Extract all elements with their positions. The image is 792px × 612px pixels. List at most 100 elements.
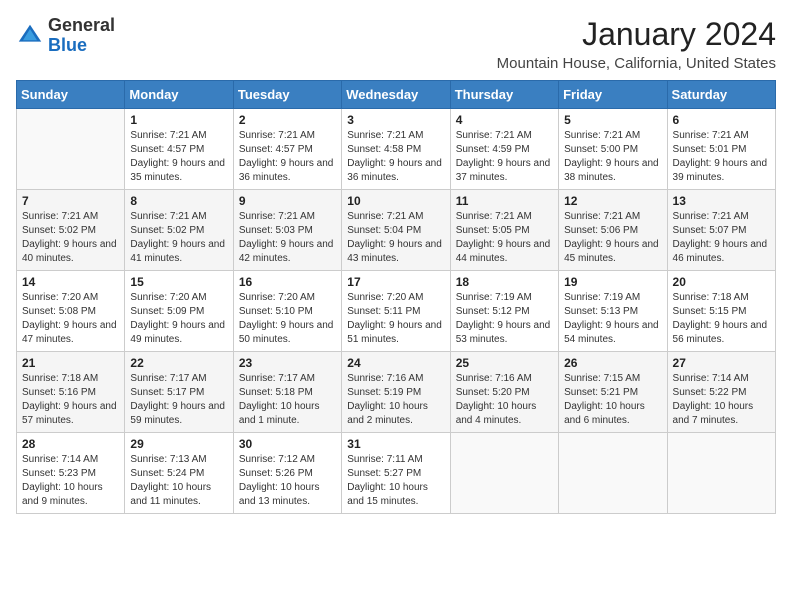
day-cell: 4 Sunrise: 7:21 AMSunset: 4:59 PMDaylight…: [450, 109, 558, 190]
day-number: 10: [347, 194, 444, 208]
day-cell: 13 Sunrise: 7:21 AMSunset: 5:07 PMDayligh…: [667, 190, 775, 271]
calendar-table: SundayMondayTuesdayWednesdayThursdayFrid…: [16, 80, 776, 514]
weekday-header-sunday: Sunday: [17, 81, 125, 109]
title-block: January 2024 Mountain House, California,…: [497, 16, 776, 72]
day-cell: 21Sunrise: 7:18 AMSunset: 5:16 PMDayligh…: [17, 352, 125, 433]
day-number: 22: [130, 356, 227, 370]
day-number: 5: [564, 113, 661, 127]
day-info: Sunrise: 7:14 AMSunset: 5:22 PMDaylight:…: [673, 372, 770, 428]
day-cell: 16Sunrise: 7:20 AMSunset: 5:10 PMDayligh…: [233, 271, 341, 352]
day-number: 26: [564, 356, 661, 370]
day-number: 15: [130, 275, 227, 289]
day-cell: 10 Sunrise: 7:21 AMSunset: 5:04 PMDayligh…: [342, 190, 450, 271]
day-number: 20: [673, 275, 770, 289]
day-info: Sunrise: 7:21 AMSunset: 5:03 PMDaylight:…: [239, 210, 336, 266]
day-cell: 29 Sunrise: 7:13 AMSunset: 5:24 PMDayligh…: [125, 433, 233, 514]
day-cell: 18 Sunrise: 7:19 AMSunset: 5:12 PMDayligh…: [450, 271, 558, 352]
day-number: 8: [130, 194, 227, 208]
day-number: 6: [673, 113, 770, 127]
day-info: Sunrise: 7:21 AMSunset: 5:07 PMDaylight:…: [673, 210, 770, 266]
day-info: Sunrise: 7:15 AMSunset: 5:21 PMDaylight:…: [564, 372, 661, 428]
day-number: 4: [456, 113, 553, 127]
day-cell: 5 Sunrise: 7:21 AMSunset: 5:00 PMDaylight…: [559, 109, 667, 190]
day-info: Sunrise: 7:17 AMSunset: 5:18 PMDaylight:…: [239, 372, 336, 428]
day-info: Sunrise: 7:21 AMSunset: 5:02 PMDaylight:…: [22, 210, 119, 266]
day-info: Sunrise: 7:21 AMSunset: 4:59 PMDaylight:…: [456, 129, 553, 185]
weekday-header-row: SundayMondayTuesdayWednesdayThursdayFrid…: [17, 81, 776, 109]
day-cell: 22 Sunrise: 7:17 AMSunset: 5:17 PMDayligh…: [125, 352, 233, 433]
day-cell: 15 Sunrise: 7:20 AMSunset: 5:09 PMDayligh…: [125, 271, 233, 352]
day-info: Sunrise: 7:17 AMSunset: 5:17 PMDaylight:…: [130, 372, 227, 428]
day-number: 13: [673, 194, 770, 208]
day-number: 30: [239, 437, 336, 451]
day-number: 27: [673, 356, 770, 370]
day-cell: 24 Sunrise: 7:16 AMSunset: 5:19 PMDayligh…: [342, 352, 450, 433]
day-info: Sunrise: 7:21 AMSunset: 4:57 PMDaylight:…: [239, 129, 336, 185]
day-cell: 14Sunrise: 7:20 AMSunset: 5:08 PMDayligh…: [17, 271, 125, 352]
day-info: Sunrise: 7:21 AMSunset: 4:57 PMDaylight:…: [130, 129, 227, 185]
day-number: 7: [22, 194, 119, 208]
day-number: 24: [347, 356, 444, 370]
weekday-header-thursday: Thursday: [450, 81, 558, 109]
week-row-3: 14Sunrise: 7:20 AMSunset: 5:08 PMDayligh…: [17, 271, 776, 352]
day-info: Sunrise: 7:16 AMSunset: 5:19 PMDaylight:…: [347, 372, 444, 428]
week-row-4: 21Sunrise: 7:18 AMSunset: 5:16 PMDayligh…: [17, 352, 776, 433]
day-cell: 28Sunrise: 7:14 AMSunset: 5:23 PMDayligh…: [17, 433, 125, 514]
day-number: 12: [564, 194, 661, 208]
day-number: 29: [130, 437, 227, 451]
location: Mountain House, California, United State…: [497, 55, 776, 72]
day-cell: [450, 433, 558, 514]
day-info: Sunrise: 7:21 AMSunset: 5:04 PMDaylight:…: [347, 210, 444, 266]
logo-general: General: [48, 15, 115, 35]
logo-icon: [16, 22, 44, 50]
day-cell: 23 Sunrise: 7:17 AMSunset: 5:18 PMDayligh…: [233, 352, 341, 433]
day-cell: 12 Sunrise: 7:21 AMSunset: 5:06 PMDayligh…: [559, 190, 667, 271]
day-cell: [17, 109, 125, 190]
day-cell: 25 Sunrise: 7:16 AMSunset: 5:20 PMDayligh…: [450, 352, 558, 433]
day-cell: 6Sunrise: 7:21 AMSunset: 5:01 PMDaylight…: [667, 109, 775, 190]
day-number: 17: [347, 275, 444, 289]
day-cell: 3Sunrise: 7:21 AMSunset: 4:58 PMDaylight…: [342, 109, 450, 190]
day-info: Sunrise: 7:20 AMSunset: 5:09 PMDaylight:…: [130, 291, 227, 347]
day-cell: 31 Sunrise: 7:11 AMSunset: 5:27 PMDayligh…: [342, 433, 450, 514]
day-info: Sunrise: 7:21 AMSunset: 5:00 PMDaylight:…: [564, 129, 661, 185]
day-info: Sunrise: 7:12 AMSunset: 5:26 PMDaylight:…: [239, 453, 336, 509]
day-number: 2: [239, 113, 336, 127]
week-row-2: 7 Sunrise: 7:21 AMSunset: 5:02 PMDaylight…: [17, 190, 776, 271]
day-cell: 2 Sunrise: 7:21 AMSunset: 4:57 PMDaylight…: [233, 109, 341, 190]
day-info: Sunrise: 7:21 AMSunset: 5:05 PMDaylight:…: [456, 210, 553, 266]
day-number: 31: [347, 437, 444, 451]
day-number: 18: [456, 275, 553, 289]
day-info: Sunrise: 7:20 AMSunset: 5:10 PMDaylight:…: [239, 291, 336, 347]
day-info: Sunrise: 7:18 AMSunset: 5:16 PMDaylight:…: [22, 372, 119, 428]
day-cell: 20Sunrise: 7:18 AMSunset: 5:15 PMDayligh…: [667, 271, 775, 352]
logo-text: General Blue: [48, 16, 115, 56]
day-info: Sunrise: 7:13 AMSunset: 5:24 PMDaylight:…: [130, 453, 227, 509]
day-cell: 17Sunrise: 7:20 AMSunset: 5:11 PMDayligh…: [342, 271, 450, 352]
day-number: 11: [456, 194, 553, 208]
day-info: Sunrise: 7:21 AMSunset: 5:06 PMDaylight:…: [564, 210, 661, 266]
weekday-header-tuesday: Tuesday: [233, 81, 341, 109]
day-number: 1: [130, 113, 227, 127]
day-cell: 11 Sunrise: 7:21 AMSunset: 5:05 PMDayligh…: [450, 190, 558, 271]
day-info: Sunrise: 7:20 AMSunset: 5:08 PMDaylight:…: [22, 291, 119, 347]
weekday-header-wednesday: Wednesday: [342, 81, 450, 109]
day-number: 19: [564, 275, 661, 289]
week-row-1: 1 Sunrise: 7:21 AMSunset: 4:57 PMDaylight…: [17, 109, 776, 190]
week-row-5: 28Sunrise: 7:14 AMSunset: 5:23 PMDayligh…: [17, 433, 776, 514]
day-number: 25: [456, 356, 553, 370]
page-header: General Blue January 2024 Mountain House…: [16, 16, 776, 72]
logo-blue: Blue: [48, 35, 87, 55]
day-cell: 8Sunrise: 7:21 AMSunset: 5:02 PMDaylight…: [125, 190, 233, 271]
day-info: Sunrise: 7:16 AMSunset: 5:20 PMDaylight:…: [456, 372, 553, 428]
day-cell: 1 Sunrise: 7:21 AMSunset: 4:57 PMDaylight…: [125, 109, 233, 190]
day-info: Sunrise: 7:19 AMSunset: 5:12 PMDaylight:…: [456, 291, 553, 347]
day-info: Sunrise: 7:14 AMSunset: 5:23 PMDaylight:…: [22, 453, 119, 509]
logo: General Blue: [16, 16, 115, 56]
day-number: 23: [239, 356, 336, 370]
day-cell: [667, 433, 775, 514]
day-info: Sunrise: 7:21 AMSunset: 4:58 PMDaylight:…: [347, 129, 444, 185]
day-number: 9: [239, 194, 336, 208]
day-info: Sunrise: 7:11 AMSunset: 5:27 PMDaylight:…: [347, 453, 444, 509]
day-cell: 26 Sunrise: 7:15 AMSunset: 5:21 PMDayligh…: [559, 352, 667, 433]
